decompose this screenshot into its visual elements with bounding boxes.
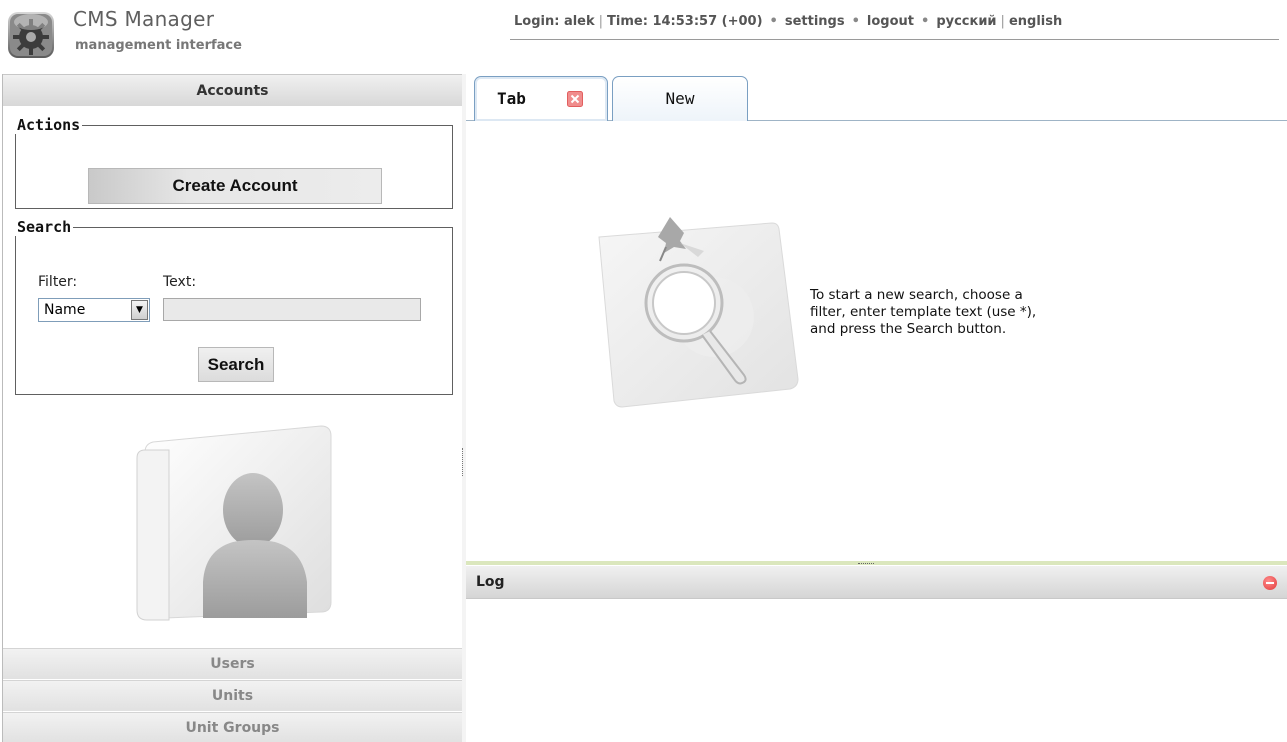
filter-select[interactable]: Name ▼ (38, 298, 150, 322)
accounts-section-header[interactable]: Accounts (3, 74, 462, 106)
collapse-log-icon[interactable] (1263, 576, 1277, 590)
search-legend: Search (17, 218, 72, 236)
top-bar: Login: alek | Time: 14:53:57 (+00) • setting… (510, 14, 1279, 40)
create-account-button[interactable]: Create Account (88, 168, 382, 204)
log-body (466, 600, 1287, 742)
search-note-illustration (598, 217, 799, 408)
tab-content: To start a new search, choose a filter, … (466, 121, 1287, 561)
accounts-panel: Accounts Actions Create Account Search F… (2, 74, 463, 742)
search-button[interactable]: Search (198, 347, 274, 382)
bullet: • (921, 14, 930, 29)
nav-users[interactable]: Users (3, 648, 462, 679)
login-info: Login: alek (514, 14, 595, 29)
hint-line: and press the Search button. (810, 321, 1007, 337)
tab-search-results[interactable]: Tab (474, 76, 608, 121)
app-header: CMS Manager management interface Login: … (0, 0, 1287, 68)
splitter-grip-icon[interactable] (462, 448, 465, 476)
nav-unit-groups[interactable]: Unit Groups (3, 712, 462, 742)
settings-link[interactable]: settings (785, 14, 845, 29)
hint-line: filter, enter template text (use *), (810, 304, 1037, 320)
language-english-link[interactable]: english (1009, 14, 1062, 29)
separator: | (1000, 14, 1005, 29)
splitter-grip-icon[interactable] (858, 561, 874, 564)
tab-new[interactable]: New (612, 76, 748, 121)
search-hint-text: To start a new search, choose a filter, … (810, 287, 1120, 338)
user-folder-illustration (136, 425, 332, 621)
nav-units[interactable]: Units (3, 680, 462, 711)
hint-line: To start a new search, choose a (810, 287, 1023, 303)
log-title: Log (476, 574, 505, 590)
actions-legend: Actions (17, 116, 81, 134)
filter-label: Filter: (38, 274, 78, 290)
gear-logo-icon (8, 12, 54, 58)
filter-select-value: Name (44, 302, 86, 318)
logout-link[interactable]: logout (867, 14, 914, 29)
language-russian-link[interactable]: русский (936, 14, 996, 29)
app-title: CMS Manager (73, 7, 215, 31)
horizontal-splitter[interactable] (466, 561, 1287, 565)
log-panel-header: Log (466, 566, 1287, 599)
app-subtitle: management interface (75, 38, 242, 53)
separator: | (598, 14, 604, 29)
dropdown-arrow-icon[interactable]: ▼ (131, 300, 148, 320)
text-label: Text: (163, 274, 197, 290)
bullet: • (851, 14, 860, 29)
tab-strip: Tab New (466, 74, 1287, 121)
tab-label: Tab (497, 89, 526, 108)
search-text-input[interactable] (163, 298, 421, 321)
tab-label: New (665, 89, 695, 108)
actions-group: Actions Create Account (15, 116, 453, 209)
server-time: Time: 14:53:57 (+00) (607, 14, 763, 29)
bullet: • (769, 14, 778, 29)
search-group: Search Filter: Text: Name ▼ Search (15, 218, 453, 395)
close-tab-icon[interactable] (567, 91, 583, 107)
